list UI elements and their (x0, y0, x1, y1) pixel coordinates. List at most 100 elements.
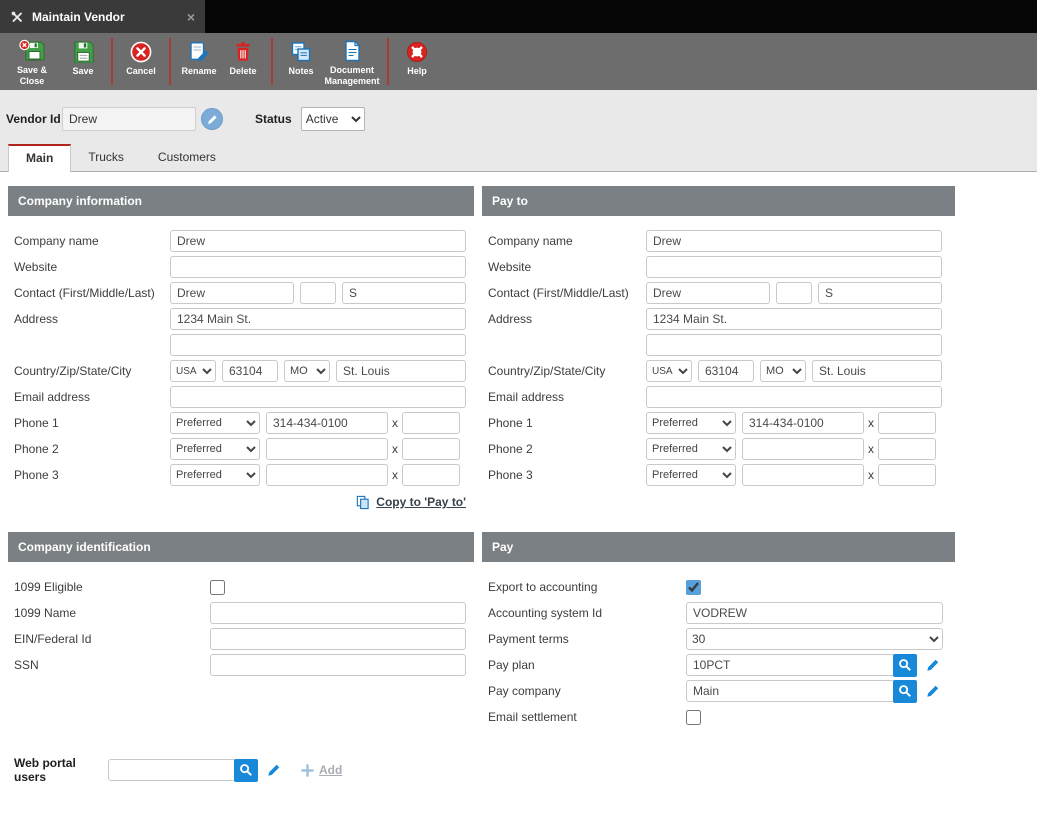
close-icon[interactable]: × (187, 10, 195, 24)
search-icon (239, 763, 253, 777)
pt-address1-input[interactable] (646, 308, 942, 330)
toolbar: Save & Close Save Cancel (0, 33, 1037, 90)
ci-address1-input[interactable] (170, 308, 466, 330)
pt-phone3-number-input[interactable] (742, 464, 864, 486)
pt-phone1-number-input[interactable] (742, 412, 864, 434)
pt-address2-input[interactable] (646, 334, 942, 356)
vendor-id-row: Vendor Id Status Active (0, 106, 1037, 132)
notes-label: Notes (288, 66, 313, 77)
copy-to-pay-to-link[interactable]: Copy to 'Pay to' (376, 495, 466, 509)
pay-plan-input[interactable] (686, 654, 895, 676)
1099-name-input[interactable] (210, 602, 466, 624)
cancel-button[interactable]: Cancel (119, 34, 163, 89)
rename-label: Rename (181, 66, 216, 77)
ci-address2-input[interactable] (170, 334, 466, 356)
pay-plan-search-button[interactable] (893, 654, 917, 677)
pt-state-select[interactable]: MO (760, 360, 806, 382)
company-identification-header: Company identification (8, 532, 474, 562)
ci-phone3-number-input[interactable] (266, 464, 388, 486)
pencil-icon (207, 114, 218, 125)
pt-phone2-ext-input[interactable] (878, 438, 936, 460)
company-information-header: Company information (8, 186, 474, 216)
ci-zip-input[interactable] (222, 360, 278, 382)
website-row: Website (8, 254, 474, 280)
pt-city-input[interactable] (812, 360, 942, 382)
pay-company-input[interactable] (686, 680, 895, 702)
pay-to-panel: Pay to Company name Website Contact (Fir… (482, 186, 955, 514)
status-select[interactable]: Active (301, 107, 365, 131)
accounting-system-id-input[interactable] (686, 602, 943, 624)
contact-row: Contact (First/Middle/Last) (482, 280, 955, 306)
copy-to-pay-to-row: Copy to 'Pay to' (8, 490, 474, 514)
contact-label: Contact (First/Middle/Last) (14, 286, 170, 300)
payment-terms-select[interactable]: 30 (686, 628, 943, 650)
web-portal-users-edit-button[interactable] (267, 763, 281, 777)
copy-icon (355, 495, 370, 510)
pt-contact-middle-input[interactable] (776, 282, 812, 304)
add-link-label: Add (319, 763, 342, 777)
toolbar-separator (169, 38, 171, 85)
toolbar-separator (111, 38, 113, 85)
vendor-id-edit-button[interactable] (201, 108, 223, 130)
export-to-accounting-checkbox[interactable] (686, 580, 701, 595)
pt-phone2-number-input[interactable] (742, 438, 864, 460)
address2-row (8, 332, 474, 358)
rename-button[interactable]: Rename (177, 34, 221, 89)
ci-phone1-number-input[interactable] (266, 412, 388, 434)
save-close-button[interactable]: Save & Close (3, 34, 61, 89)
pay-company-edit-button[interactable] (926, 684, 940, 698)
ci-contact-middle-input[interactable] (300, 282, 336, 304)
ci-contact-first-input[interactable] (170, 282, 294, 304)
email-settlement-checkbox[interactable] (686, 710, 701, 725)
tab-customers[interactable]: Customers (141, 144, 233, 171)
pay-company-search-button[interactable] (893, 680, 917, 703)
phone1-row: Phone 1 Preferred x (8, 410, 474, 436)
ci-phone2-ext-input[interactable] (402, 438, 460, 460)
ci-contact-last-input[interactable] (342, 282, 466, 304)
window-tab[interactable]: Maintain Vendor × (0, 0, 205, 33)
delete-button[interactable]: Delete (221, 34, 265, 89)
ci-city-input[interactable] (336, 360, 466, 382)
tab-main[interactable]: Main (8, 144, 71, 172)
pt-contact-last-input[interactable] (818, 282, 942, 304)
ci-website-input[interactable] (170, 256, 466, 278)
ci-phone2-number-input[interactable] (266, 438, 388, 460)
company-name-row: Company name (482, 228, 955, 254)
ci-phone3-type-select[interactable]: Preferred (170, 464, 260, 486)
add-web-portal-user-button[interactable]: Add (301, 763, 342, 777)
ci-email-input[interactable] (170, 386, 466, 408)
pt-website-input[interactable] (646, 256, 942, 278)
ci-company-name-input[interactable] (170, 230, 466, 252)
pt-phone1-ext-input[interactable] (878, 412, 936, 434)
web-portal-users-input[interactable] (108, 759, 236, 781)
pt-zip-input[interactable] (698, 360, 754, 382)
pt-phone3-ext-input[interactable] (878, 464, 936, 486)
ci-phone2-type-select[interactable]: Preferred (170, 438, 260, 460)
pt-phone2-type-select[interactable]: Preferred (646, 438, 736, 460)
ci-phone1-type-select[interactable]: Preferred (170, 412, 260, 434)
ext-label: x (868, 442, 874, 456)
ci-country-select[interactable]: USA (170, 360, 216, 382)
pay-to-header: Pay to (482, 186, 955, 216)
web-portal-users-search-button[interactable] (234, 759, 258, 782)
document-management-button[interactable]: Document Management (323, 34, 381, 89)
help-button[interactable]: Help (395, 34, 439, 89)
pay-plan-edit-button[interactable] (926, 658, 940, 672)
save-button[interactable]: Save (61, 34, 105, 89)
notes-button[interactable]: Notes (279, 34, 323, 89)
vendor-id-input[interactable] (62, 107, 196, 131)
pt-contact-first-input[interactable] (646, 282, 770, 304)
ssn-input[interactable] (210, 654, 466, 676)
ein-input[interactable] (210, 628, 466, 650)
1099-eligible-checkbox[interactable] (210, 580, 225, 595)
ci-state-select[interactable]: MO (284, 360, 330, 382)
tab-trucks[interactable]: Trucks (71, 144, 141, 171)
ci-phone3-ext-input[interactable] (402, 464, 460, 486)
pt-phone3-type-select[interactable]: Preferred (646, 464, 736, 486)
ci-phone1-ext-input[interactable] (402, 412, 460, 434)
pt-company-name-input[interactable] (646, 230, 942, 252)
pt-country-select[interactable]: USA (646, 360, 692, 382)
phone1-row: Phone 1 Preferred x (482, 410, 955, 436)
pt-email-input[interactable] (646, 386, 942, 408)
pt-phone1-type-select[interactable]: Preferred (646, 412, 736, 434)
